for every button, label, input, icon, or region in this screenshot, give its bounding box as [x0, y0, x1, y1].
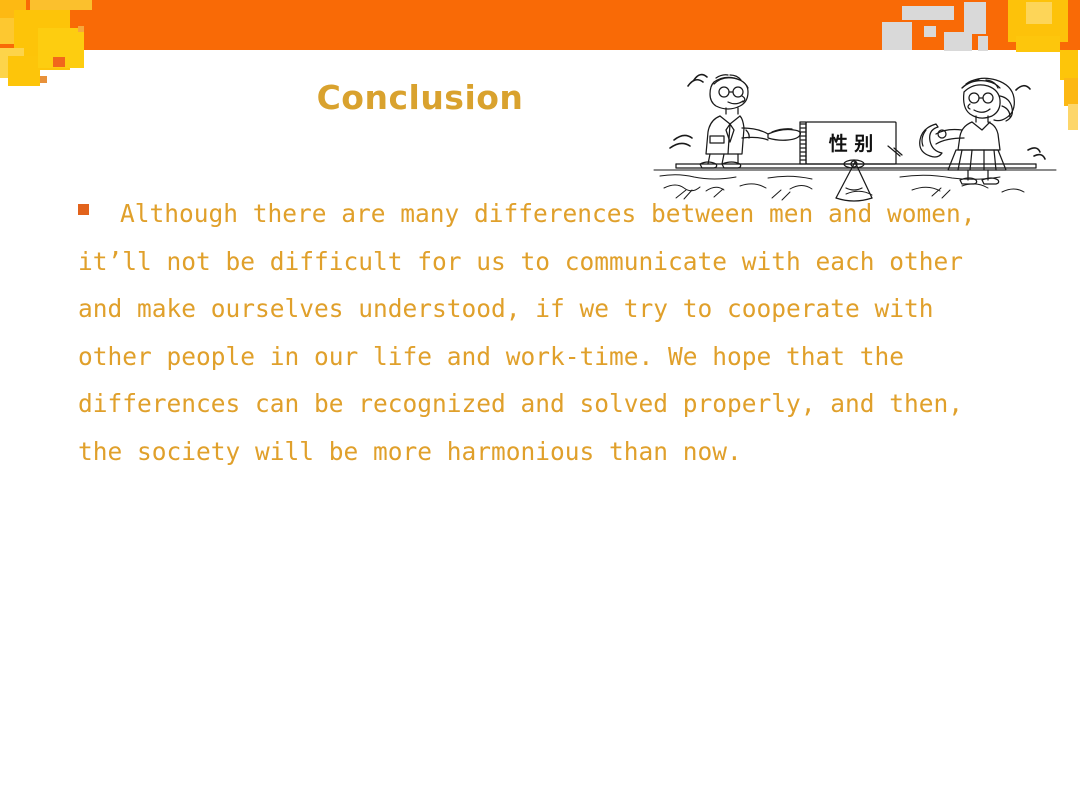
deco-pale-rect-5	[944, 32, 972, 51]
deco-yellow-rect-2	[1026, 2, 1052, 24]
deco-square-small-orange	[53, 57, 65, 67]
deco-pale-rect-1	[902, 6, 954, 20]
deco-edge-strip-2	[1060, 50, 1078, 80]
conclusion-paragraph: Although there are many differences betw…	[78, 199, 991, 466]
decoration-top-left	[0, 0, 120, 90]
deco-dot-2	[78, 26, 84, 32]
deco-yellow-rect-3	[1016, 36, 1060, 52]
deco-square-2	[30, 0, 92, 10]
deco-pale-rect-4	[964, 2, 986, 34]
deco-orange-edge-bar	[1068, 0, 1077, 52]
gender-balance-cartoon: 性 别	[650, 58, 1060, 210]
man-figure	[669, 73, 801, 169]
body-text-block: Although there are many differences betw…	[78, 190, 978, 475]
slide: Conclusion 性 别 Although there are many d…	[0, 0, 1080, 810]
bullet-square-icon	[78, 204, 89, 215]
deco-edge-strip-3	[1064, 78, 1078, 106]
deco-edge-strip-4	[1068, 104, 1078, 130]
deco-pale-rect-3	[924, 26, 936, 37]
signboard-text: 性 别	[829, 132, 874, 155]
deco-pale-rect-2	[882, 22, 912, 50]
deco-pale-rect-6	[978, 36, 988, 51]
